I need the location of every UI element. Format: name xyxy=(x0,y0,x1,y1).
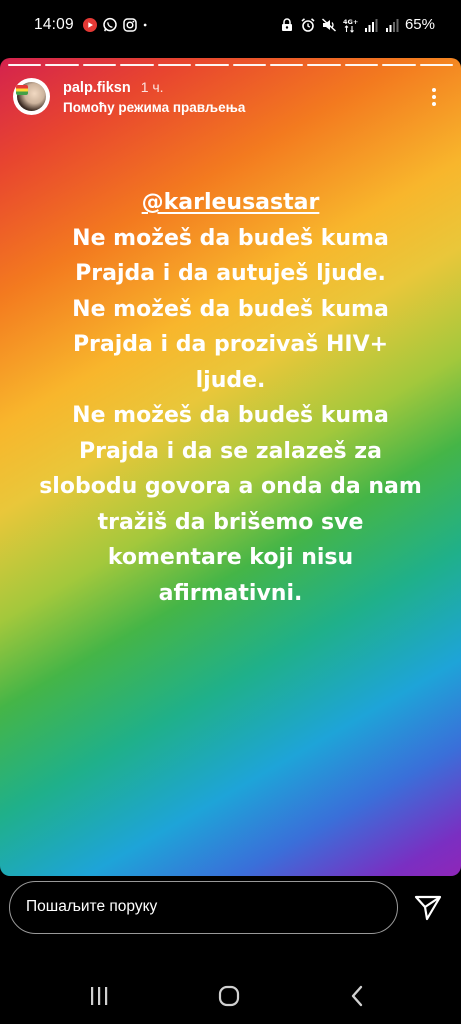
reply-bar xyxy=(9,881,398,934)
story-progress-segment xyxy=(157,64,192,66)
avatar-flag-icon xyxy=(16,85,28,95)
status-time: 14:09 xyxy=(34,16,74,33)
story-subtitle[interactable]: Помоћу режима прављења xyxy=(63,100,245,115)
story-text-line: Ne možeš da budeš kuma xyxy=(72,403,389,428)
story-text-line: afirmativni. xyxy=(158,580,303,606)
notification-icons xyxy=(82,17,152,33)
home-icon[interactable] xyxy=(215,984,243,1008)
system-status-icons: 4G+ 65% xyxy=(279,16,435,33)
avatar[interactable] xyxy=(13,78,50,115)
story-progress-bars xyxy=(8,64,454,66)
more-options-icon[interactable] xyxy=(431,87,437,107)
story-text-line: Prajda i da se zalazeš za xyxy=(79,438,382,464)
story-progress-segment xyxy=(195,64,229,66)
story-text-line: ljude. xyxy=(195,367,266,393)
story-text-line: Ne možeš da budeš kuma xyxy=(72,225,389,251)
whatsapp-icon xyxy=(103,17,117,32)
story-text: @karleusastar Ne možeš da budeš kuma Pra… xyxy=(20,185,441,611)
alarm-icon xyxy=(301,17,315,32)
story-text-line: komentare koji nisu xyxy=(107,545,354,570)
story-progress-segment xyxy=(45,64,79,66)
user-line: palp.fiksn 1 ч. xyxy=(63,79,164,96)
story-text-line: slobodu govora a onda da nam xyxy=(39,474,422,499)
username[interactable]: palp.fiksn xyxy=(63,80,131,96)
youtube-icon xyxy=(83,18,97,32)
story-progress-segment xyxy=(232,64,266,66)
story-header: palp.fiksn 1 ч. Помоћу режима прављења xyxy=(13,78,451,118)
dot-icon xyxy=(143,23,147,27)
mention-link[interactable]: @karleusastar xyxy=(20,185,441,221)
status-bar: 14:09 4G+ 65% xyxy=(0,0,461,52)
alarm-lock-icon xyxy=(281,17,292,31)
story-progress-segment xyxy=(344,64,379,66)
story-progress-segment xyxy=(419,64,454,66)
timestamp: 1 ч. xyxy=(140,79,164,95)
signal-icon-2 xyxy=(385,18,399,32)
recent-apps-icon[interactable] xyxy=(85,984,113,1008)
instagram-icon xyxy=(123,18,137,32)
story-text-line: Prajda i da autuješ ljude. xyxy=(75,261,386,286)
signal-icon xyxy=(364,18,378,32)
battery-percent: 65% xyxy=(404,16,435,33)
story-progress-segment xyxy=(8,64,42,66)
svg-text:4G+: 4G+ xyxy=(343,18,358,26)
story-text-line: tražiš da brišemo sve xyxy=(97,509,364,535)
story-progress-segment xyxy=(307,64,341,66)
story-text-line: Prajda i da prozivaš HIV+ xyxy=(72,332,389,357)
network-4g-icon: 4G+ xyxy=(343,18,358,33)
story-progress-segment xyxy=(269,64,304,66)
send-icon[interactable] xyxy=(413,894,443,922)
story-progress-segment xyxy=(382,64,416,66)
story-progress-segment xyxy=(82,64,117,66)
story-progress-segment xyxy=(120,64,154,66)
instagram-story-screen: 14:09 4G+ 65% palp.fiksn 1 ч. Помоћу реж… xyxy=(0,0,461,1024)
story-card[interactable]: palp.fiksn 1 ч. Помоћу режима прављења @… xyxy=(0,58,461,876)
story-text-line: Ne možeš da budeš kuma xyxy=(72,296,389,322)
navigation-bar xyxy=(0,968,461,1024)
mute-icon xyxy=(321,17,336,32)
back-icon[interactable] xyxy=(344,984,372,1008)
message-input[interactable] xyxy=(26,882,366,932)
